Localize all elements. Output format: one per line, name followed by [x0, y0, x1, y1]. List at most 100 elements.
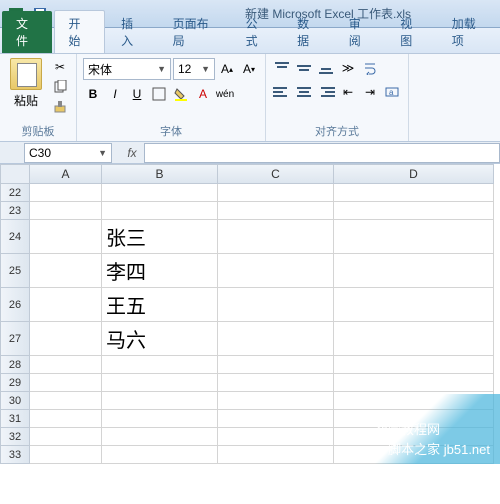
- tab-layout[interactable]: 页面布局: [159, 11, 230, 53]
- tab-home[interactable]: 开始: [54, 10, 106, 53]
- cell[interactable]: [334, 202, 494, 220]
- row-header[interactable]: 24: [0, 220, 30, 254]
- merge-center-icon[interactable]: a: [382, 82, 402, 102]
- cell[interactable]: [102, 410, 218, 428]
- cell[interactable]: 王五: [102, 288, 218, 322]
- cell[interactable]: [102, 374, 218, 392]
- align-center-icon[interactable]: [294, 82, 314, 102]
- col-header-a[interactable]: A: [30, 164, 102, 184]
- cell[interactable]: [30, 356, 102, 374]
- row-header[interactable]: 22: [0, 184, 30, 202]
- select-all-corner[interactable]: [0, 164, 30, 184]
- italic-button[interactable]: I: [105, 84, 125, 104]
- cell[interactable]: 张三: [102, 220, 218, 254]
- font-name-combo[interactable]: 宋体▼: [83, 58, 171, 80]
- align-bottom-icon[interactable]: [316, 58, 336, 78]
- tab-review[interactable]: 审阅: [335, 11, 385, 53]
- tab-insert[interactable]: 插入: [107, 11, 157, 53]
- name-box[interactable]: C30▼: [24, 143, 112, 163]
- fill-color-icon[interactable]: [171, 84, 191, 104]
- font-size-combo[interactable]: 12▼: [173, 58, 215, 80]
- font-color-icon[interactable]: A: [193, 84, 213, 104]
- cell[interactable]: [218, 446, 334, 464]
- align-left-icon[interactable]: [272, 82, 292, 102]
- increase-indent-icon[interactable]: ⇥: [360, 82, 380, 102]
- orientation-icon[interactable]: ≫: [338, 58, 358, 78]
- cell[interactable]: [30, 202, 102, 220]
- row-header[interactable]: 25: [0, 254, 30, 288]
- cell[interactable]: [334, 374, 494, 392]
- tab-addin[interactable]: 加载项: [438, 11, 498, 53]
- col-header-d[interactable]: D: [334, 164, 494, 184]
- cell[interactable]: [30, 392, 102, 410]
- row-header[interactable]: 27: [0, 322, 30, 356]
- row-header[interactable]: 26: [0, 288, 30, 322]
- cut-icon[interactable]: ✂: [50, 58, 70, 76]
- format-painter-icon[interactable]: [50, 98, 70, 116]
- tab-file[interactable]: 文件: [2, 11, 52, 53]
- cell[interactable]: [30, 410, 102, 428]
- cell[interactable]: [218, 374, 334, 392]
- cell[interactable]: [102, 428, 218, 446]
- cell[interactable]: [218, 392, 334, 410]
- cell[interactable]: [218, 184, 334, 202]
- cell[interactable]: [218, 202, 334, 220]
- decrease-indent-icon[interactable]: ⇤: [338, 82, 358, 102]
- row-header[interactable]: 29: [0, 374, 30, 392]
- row-header[interactable]: 32: [0, 428, 30, 446]
- copy-icon[interactable]: [50, 78, 70, 96]
- row-header[interactable]: 30: [0, 392, 30, 410]
- tab-data[interactable]: 数据: [283, 11, 333, 53]
- col-header-b[interactable]: B: [102, 164, 218, 184]
- cell[interactable]: [334, 184, 494, 202]
- cell[interactable]: [30, 322, 102, 356]
- row-header[interactable]: 33: [0, 446, 30, 464]
- cell[interactable]: [218, 288, 334, 322]
- formula-bar[interactable]: [144, 143, 500, 163]
- align-middle-icon[interactable]: [294, 58, 314, 78]
- cell[interactable]: [30, 446, 102, 464]
- cell[interactable]: 李四: [102, 254, 218, 288]
- cell[interactable]: [334, 288, 494, 322]
- cell[interactable]: [218, 322, 334, 356]
- row-header[interactable]: 23: [0, 202, 30, 220]
- cell[interactable]: [218, 220, 334, 254]
- row-header[interactable]: 28: [0, 356, 30, 374]
- cell[interactable]: [102, 202, 218, 220]
- fx-icon[interactable]: fx: [120, 146, 144, 160]
- paste-button[interactable]: 粘贴: [6, 58, 46, 121]
- border-icon[interactable]: [149, 84, 169, 104]
- increase-font-icon[interactable]: A▴: [217, 59, 237, 79]
- bold-button[interactable]: B: [83, 84, 103, 104]
- align-right-icon[interactable]: [316, 82, 336, 102]
- decrease-font-icon[interactable]: A▾: [239, 59, 259, 79]
- cell[interactable]: [218, 410, 334, 428]
- cell[interactable]: [218, 254, 334, 288]
- cell[interactable]: [30, 428, 102, 446]
- underline-button[interactable]: U: [127, 84, 147, 104]
- cell[interactable]: [30, 220, 102, 254]
- cell[interactable]: [102, 392, 218, 410]
- tab-formula[interactable]: 公式: [232, 11, 282, 53]
- cell[interactable]: 马六: [102, 322, 218, 356]
- cell[interactable]: [334, 356, 494, 374]
- cell[interactable]: [334, 254, 494, 288]
- cell[interactable]: [218, 356, 334, 374]
- table-row: 27 马六: [0, 322, 500, 356]
- cell[interactable]: [102, 356, 218, 374]
- row-header[interactable]: 31: [0, 410, 30, 428]
- cell[interactable]: [102, 446, 218, 464]
- wrap-text-icon[interactable]: [360, 58, 380, 78]
- col-header-c[interactable]: C: [218, 164, 334, 184]
- cell[interactable]: [30, 184, 102, 202]
- cell[interactable]: [30, 254, 102, 288]
- tab-view[interactable]: 视图: [386, 11, 436, 53]
- cell[interactable]: [334, 220, 494, 254]
- phonetic-icon[interactable]: wén: [215, 84, 235, 104]
- cell[interactable]: [30, 374, 102, 392]
- cell[interactable]: [218, 428, 334, 446]
- cell[interactable]: [30, 288, 102, 322]
- align-top-icon[interactable]: [272, 58, 292, 78]
- cell[interactable]: [102, 184, 218, 202]
- cell[interactable]: [334, 322, 494, 356]
